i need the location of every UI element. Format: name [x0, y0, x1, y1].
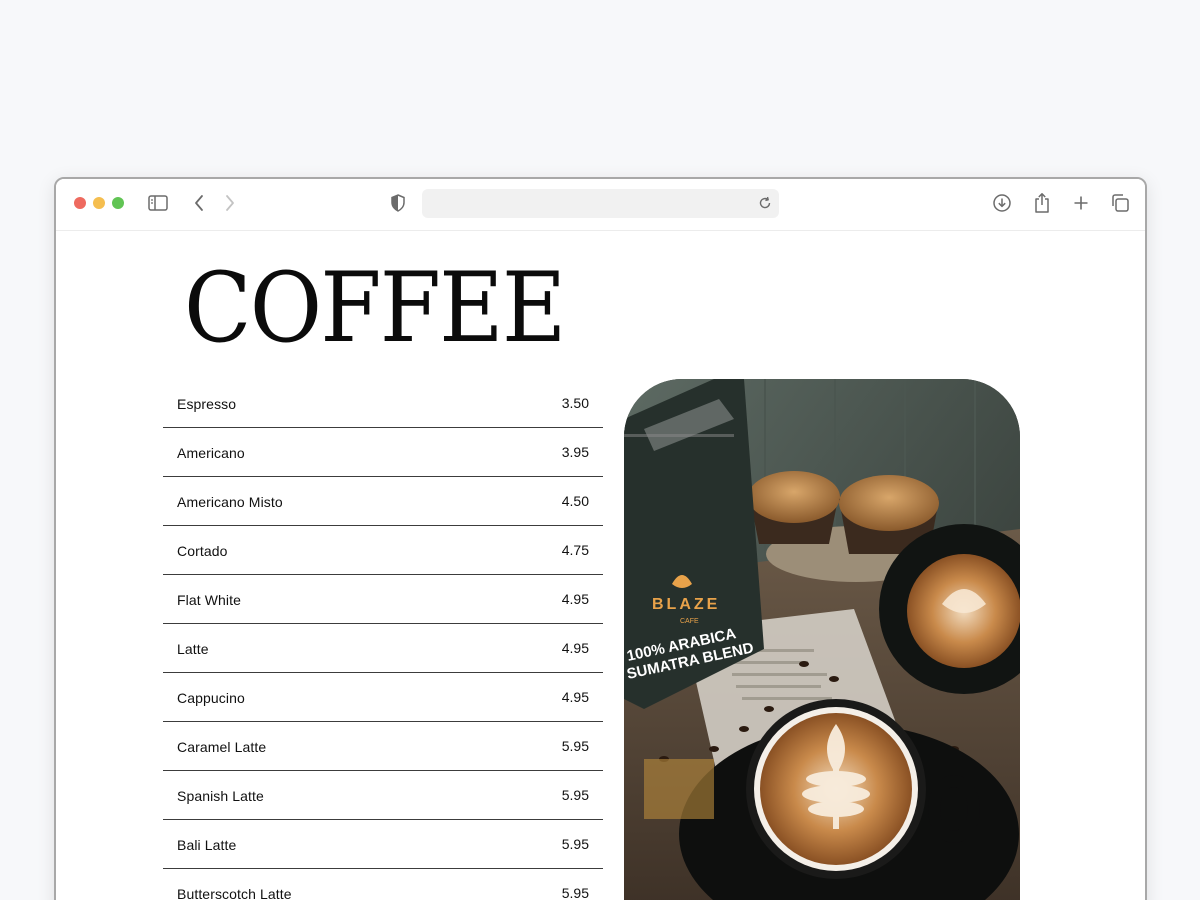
coffee-photo-illustration: BLAZE CAFE 100% ARABICA SUMATRA BLEND [624, 379, 1020, 900]
forward-icon[interactable] [219, 192, 241, 214]
menu-item-price: 4.95 [561, 689, 589, 705]
menu-item-row: Spanish Latte 5.95 [163, 771, 603, 820]
share-icon[interactable] [1031, 192, 1053, 214]
menu-item-price: 5.95 [561, 885, 589, 900]
menu-item-row: Americano 3.95 [163, 428, 603, 477]
reload-icon[interactable] [756, 194, 774, 212]
menu-item-name: Butterscotch Latte [177, 886, 292, 900]
menu-item-row: Cortado 4.75 [163, 526, 603, 575]
menu-item-name: Americano Misto [177, 494, 283, 510]
menu-item-name: Flat White [177, 592, 242, 608]
menu-item-row: Caramel Latte 5.95 [163, 722, 603, 771]
menu-item-name: Cappucino [177, 690, 245, 706]
menu-item-name: Caramel Latte [177, 739, 267, 755]
bag-brand-sub-label: CAFE [680, 618, 699, 625]
menu-item-price: 4.95 [561, 591, 589, 607]
menu-item-name: Spanish Latte [177, 788, 264, 804]
coffee-photo: BLAZE CAFE 100% ARABICA SUMATRA BLEND [624, 379, 1020, 900]
page-title: COFFEE [184, 252, 566, 364]
back-icon[interactable] [188, 192, 210, 214]
menu-item-row: Flat White 4.95 [163, 575, 603, 624]
page-content: COFFEE Espresso 3.50 Americano 3.95 American… [56, 231, 1145, 900]
menu-item-price: 4.75 [561, 542, 589, 558]
menu-item-name: Latte [177, 641, 209, 657]
browser-toolbar [56, 179, 1145, 231]
menu-item-price: 4.50 [561, 493, 589, 509]
menu-item-name: Americano [177, 445, 245, 461]
menu-item-row: Cappucino 4.95 [163, 673, 603, 722]
bag-brand-label: BLAZE [652, 596, 720, 613]
coffee-menu-list: Espresso 3.50 Americano 3.95 Americano Misto… [163, 379, 603, 900]
menu-item-row: Americano Misto 4.50 [163, 477, 603, 526]
menu-item-price: 4.95 [561, 640, 589, 656]
menu-item-price: 5.95 [561, 836, 589, 852]
address-bar[interactable] [422, 189, 779, 218]
plus-icon[interactable] [1070, 192, 1092, 214]
menu-item-row: Butterscotch Latte 5.95 [163, 869, 603, 900]
minimize-window-button[interactable] [93, 197, 105, 209]
url-input[interactable] [432, 194, 742, 213]
menu-item-row: Bali Latte 5.95 [163, 820, 603, 869]
menu-item-name: Bali Latte [177, 837, 237, 853]
shield-icon[interactable] [387, 192, 409, 214]
menu-item-price: 3.50 [561, 395, 589, 411]
download-icon[interactable] [991, 192, 1013, 214]
menu-item-row: Espresso 3.50 [163, 379, 603, 428]
tabs-icon[interactable] [1109, 192, 1131, 214]
menu-item-price: 5.95 [561, 787, 589, 803]
sidebar-icon[interactable] [147, 192, 169, 214]
browser-window: COFFEE Espresso 3.50 Americano 3.95 American… [54, 177, 1147, 900]
menu-item-price: 3.95 [561, 444, 589, 460]
close-window-button[interactable] [74, 197, 86, 209]
menu-item-name: Espresso [177, 396, 237, 412]
menu-item-name: Cortado [177, 543, 228, 559]
zoom-window-button[interactable] [112, 197, 124, 209]
menu-item-price: 5.95 [561, 738, 589, 754]
menu-item-row: Latte 4.95 [163, 624, 603, 673]
